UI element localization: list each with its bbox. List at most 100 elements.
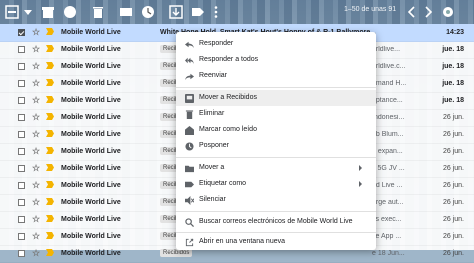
menu-item-label: Responder a todos <box>199 56 259 63</box>
email-snippet: arge aut... <box>372 199 404 206</box>
star-icon[interactable]: ☆ <box>32 61 40 72</box>
row-checkbox[interactable] <box>18 216 25 223</box>
context-menu: Responder Responder a todos Reenviar Mov… <box>176 32 376 250</box>
toolbar: 1–50 de unas 91 <box>0 0 474 24</box>
menu-item-mark-as-read[interactable]: Marcar como leído <box>176 122 376 138</box>
importance-marker-icon[interactable] <box>46 215 54 222</box>
importance-marker-icon[interactable] <box>46 28 54 35</box>
email-sender: Mobile World Live <box>61 216 121 223</box>
star-icon[interactable]: ☆ <box>32 44 40 55</box>
menu-item-open-new-window[interactable]: Abrir en una ventana nueva <box>176 234 376 250</box>
row-checkbox[interactable] <box>18 199 25 206</box>
importance-marker-icon[interactable] <box>46 181 54 188</box>
star-icon[interactable]: ☆ <box>32 78 40 89</box>
menu-item-move-to[interactable]: Mover a <box>176 160 376 176</box>
select-dropdown-icon[interactable] <box>20 4 36 20</box>
row-checkbox[interactable] <box>18 148 25 155</box>
menu-item-snooze[interactable]: Posponer <box>176 138 376 154</box>
email-date: 26 jun. <box>442 233 464 240</box>
email-sender: Mobile World Live <box>61 97 121 104</box>
email-snippet: s 5G JV ... <box>372 165 405 172</box>
folder-move-icon <box>185 164 194 173</box>
email-snippet: ob Blum... <box>372 131 404 138</box>
select-all-checkbox-icon[interactable] <box>4 4 20 20</box>
archive-icon[interactable] <box>40 4 56 20</box>
importance-marker-icon[interactable] <box>46 249 54 256</box>
star-icon[interactable]: ☆ <box>32 95 40 106</box>
settings-gear-icon[interactable] <box>440 4 456 20</box>
email-date: 14:23 <box>446 29 464 36</box>
star-icon[interactable]: ☆ <box>32 27 40 38</box>
snooze-icon[interactable] <box>140 4 156 20</box>
menu-item-move-to-inbox[interactable]: Mover a Recibidos <box>176 90 376 106</box>
more-options-icon[interactable] <box>208 4 224 20</box>
email-sender: Mobile World Live <box>61 199 121 206</box>
menu-item-reply[interactable]: Responder <box>176 36 376 52</box>
menu-item-label: Silenciar <box>199 196 226 203</box>
importance-marker-icon[interactable] <box>46 113 54 120</box>
menu-item-reply-all[interactable]: Responder a todos <box>176 52 376 68</box>
pagination-text: 1–50 de unas 91 <box>344 6 397 13</box>
row-checkbox[interactable] <box>18 114 25 121</box>
row-checkbox[interactable] <box>18 250 25 257</box>
email-snippet: eptance... <box>372 97 403 104</box>
email-date: jue. 18 <box>442 97 464 104</box>
row-checkbox[interactable] <box>18 131 25 138</box>
mute-icon <box>185 196 195 205</box>
importance-marker-icon[interactable] <box>46 79 54 86</box>
star-icon[interactable]: ☆ <box>32 197 40 208</box>
labels-icon[interactable] <box>190 4 206 20</box>
importance-marker-icon[interactable] <box>46 147 54 154</box>
menu-item-search-from-sender[interactable]: Buscar correos electrónicos de Mobile Wo… <box>176 214 376 230</box>
row-checkbox[interactable] <box>18 182 25 189</box>
row-checkbox[interactable] <box>18 233 25 240</box>
email-sender: Mobile World Live <box>61 131 121 138</box>
menu-item-label-as[interactable]: Etiquetar como <box>176 176 376 192</box>
star-icon[interactable]: ☆ <box>32 231 40 242</box>
open-envelope-icon <box>185 126 194 135</box>
star-icon[interactable]: ☆ <box>32 180 40 191</box>
menu-item-mute[interactable]: Silenciar <box>176 192 376 208</box>
mark-unread-icon[interactable] <box>118 4 134 20</box>
importance-marker-icon[interactable] <box>46 164 54 171</box>
menu-divider <box>176 157 376 158</box>
row-checkbox[interactable] <box>18 165 25 172</box>
menu-item-forward[interactable]: Reenviar <box>176 68 376 84</box>
previous-page-icon[interactable] <box>404 4 420 20</box>
star-icon[interactable]: ☆ <box>32 129 40 140</box>
email-snippet: rld Live ... <box>372 182 403 189</box>
email-date: 26 jun. <box>442 165 464 172</box>
star-icon[interactable]: ☆ <box>32 214 40 225</box>
menu-item-delete[interactable]: Eliminar <box>176 106 376 122</box>
row-checkbox[interactable] <box>18 80 25 87</box>
row-checkbox[interactable] <box>18 29 25 36</box>
menu-item-label: Marcar como leído <box>199 126 257 133</box>
email-date: 26 jun. <box>442 250 464 257</box>
menu-item-label: Mover a <box>199 164 225 171</box>
reply-icon <box>185 40 194 49</box>
star-icon[interactable]: ☆ <box>32 146 40 157</box>
importance-marker-icon[interactable] <box>46 62 54 69</box>
menu-divider <box>176 87 376 88</box>
star-icon[interactable]: ☆ <box>32 163 40 174</box>
importance-marker-icon[interactable] <box>46 198 54 205</box>
report-spam-icon[interactable] <box>62 4 78 20</box>
email-date: 26 jun. <box>442 199 464 206</box>
submenu-arrow-icon <box>359 181 362 187</box>
importance-marker-icon[interactable] <box>46 96 54 103</box>
row-checkbox[interactable] <box>18 97 25 104</box>
importance-marker-icon[interactable] <box>46 130 54 137</box>
importance-marker-icon[interactable] <box>46 45 54 52</box>
next-page-icon[interactable] <box>420 4 436 20</box>
menu-item-label: Buscar correos electrónicos de Mobile Wo… <box>199 218 353 225</box>
star-icon[interactable]: ☆ <box>32 112 40 123</box>
move-to-icon[interactable] <box>168 4 184 20</box>
importance-marker-icon[interactable] <box>46 232 54 239</box>
row-checkbox[interactable] <box>18 46 25 53</box>
email-date: 26 jun. <box>442 131 464 138</box>
menu-divider <box>176 211 376 212</box>
row-checkbox[interactable] <box>18 63 25 70</box>
delete-icon[interactable] <box>90 4 106 20</box>
email-sender: Mobile World Live <box>61 114 121 121</box>
label-badge[interactable]: Recibidos <box>160 249 193 257</box>
